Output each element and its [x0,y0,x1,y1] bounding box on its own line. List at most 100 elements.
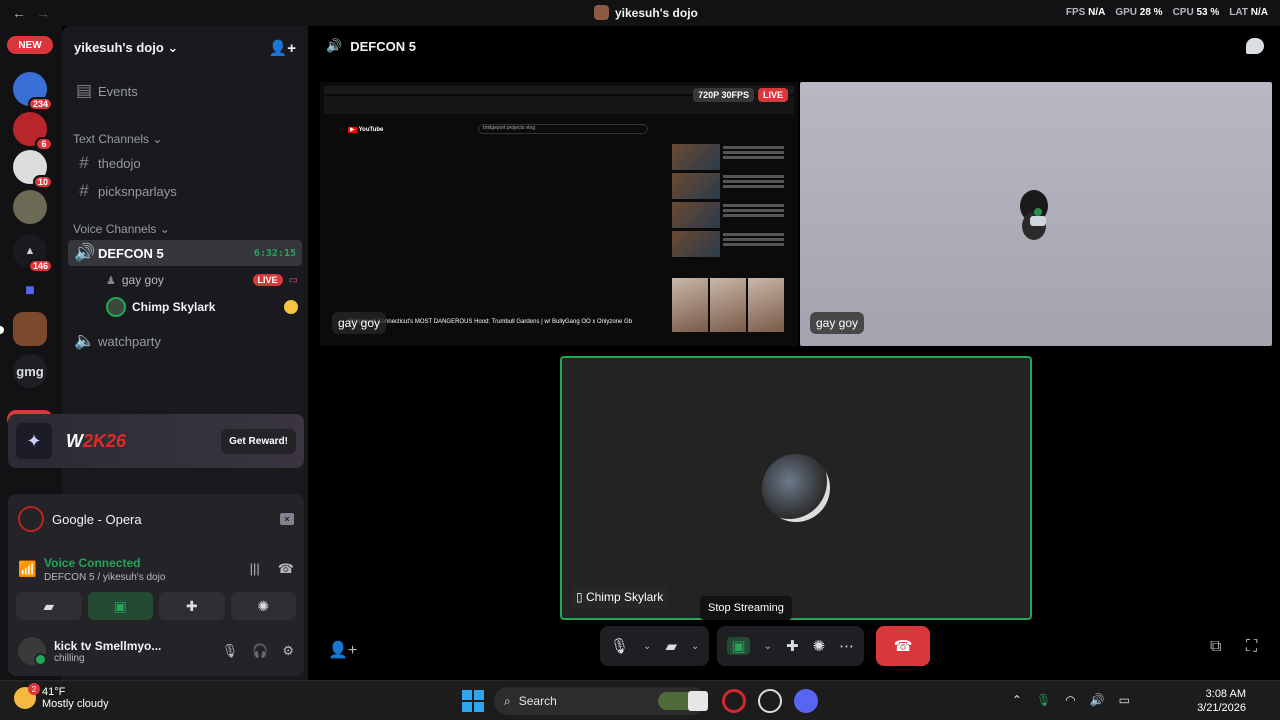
invite-icon[interactable]: 👤+ [328,640,357,660]
headphones-icon[interactable]: 🎧 [252,643,268,659]
mention-badge: 146 [27,259,53,273]
mention-badge: 234 [27,97,53,111]
avatar-figure [1020,190,1048,240]
server-icon-5[interactable]: ▲ 146 [13,234,53,273]
participant-name-tag: ▯ Chimp Skylark [570,586,670,608]
screenshare-button[interactable]: ▣ [87,592,153,620]
gear-icon[interactable]: ⚙ [282,643,294,659]
back-arrow-icon[interactable]: ← [12,5,26,21]
task-view-icon[interactable] [688,691,708,711]
activity-icon [284,300,298,314]
chevron-down-icon[interactable]: ⌄ [691,641,699,652]
calendar-icon: ▤ [75,81,93,100]
weather-widget[interactable]: 2 41°F Mostly cloudy [14,683,109,710]
live-badge: LIVE [252,274,283,286]
channel-picksnparlays[interactable]: # picksnparlays [68,178,302,204]
clock[interactable]: 3:08 AM 3/21/2026 [1197,687,1246,715]
folder-icon[interactable]: ■ [13,274,47,308]
voice-panel: Google - Opera × 📶 Voice Connected DEFCO… [8,494,304,676]
stream-source[interactable]: Google - Opera × [8,494,304,544]
weather-icon: 2 [14,683,40,709]
camera-off-icon[interactable]: ▰ [665,637,677,655]
microphone-icon[interactable]: 🎙 [1036,693,1051,707]
obs-icon[interactable] [758,689,782,713]
performance-overlay: FPS N/A GPU 28 % CPU 53 % LAT N/A [1066,7,1268,18]
stop-streaming-button[interactable]: ▣ [727,637,750,655]
fps-stat: FPS N/A [1065,7,1106,18]
yt-video-title: Bridgeport Connecticut's MOST DANGEROUS … [348,319,633,325]
server-icon-3[interactable]: 10 [13,150,53,189]
camera-tile[interactable]: gay goy [800,82,1272,346]
chevron-down-icon[interactable]: ⌄ [643,641,651,652]
search-icon: ⌕ [504,693,511,708]
noise-suppression-icon[interactable]: ||| [250,561,260,577]
microphone-icon[interactable]: 🎙 [610,637,629,655]
forward-arrow-icon[interactable]: → [36,5,50,21]
member-chimp-skylark[interactable]: Chimp Skylark [106,295,298,319]
avatar: ♟ [106,274,116,287]
activities-button[interactable]: ✚ [159,592,225,620]
wifi-icon[interactable]: ◠ [1065,693,1075,707]
channel-thedojo[interactable]: # thedojo [68,150,302,176]
chat-icon[interactable] [1246,38,1264,54]
get-reward-button[interactable]: Get Reward! [221,428,296,454]
soundboard-button[interactable]: ✺ [230,592,296,620]
server-header[interactable]: yikesuh's dojo ⌄ 👤+ [62,26,308,70]
voice-category[interactable]: Voice Channels ⌄ [73,222,170,236]
opera-icon[interactable] [722,689,746,713]
hash-icon: # [79,181,89,200]
text-category[interactable]: Text Channels ⌄ [73,132,162,146]
server-icon-2[interactable]: 6 [13,112,53,151]
participant-tile[interactable]: ▯ Chimp Skylark [560,356,1032,620]
mic-group: 🎙 ⌄ ▰ ⌄ [600,626,710,666]
more-icon[interactable]: ⋯ [839,637,854,655]
voice-channel-defcon5[interactable]: 🔊 DEFCON 5 6:32:15 [68,240,302,266]
call-header: 🔊 DEFCON 5 [326,38,416,54]
signal-icon: 📶 [18,561,37,578]
voice-status: 📶 Voice Connected DEFCON 5 / yikesuh's d… [18,555,294,583]
volume-icon[interactable]: 🔊 [1090,693,1105,707]
soundboard-icon[interactable]: ✺ [813,637,826,655]
disconnect-icon[interactable]: ☎ [278,561,294,577]
camera-off-button[interactable]: ▰ [16,592,82,620]
close-stream-icon[interactable]: × [280,513,294,525]
member-gay-goy[interactable]: ♟ gay goy LIVE ▭ [106,268,298,292]
server-icon-1[interactable]: 234 [13,72,53,111]
tooltip: Stop Streaming [700,596,792,620]
promo-logo-icon: ✦ [16,423,52,459]
chevron-down-icon: ⌄ [167,40,179,55]
server-gmg[interactable]: gmg [13,354,47,388]
stream-tile[interactable]: ▶ YouTube bridgeport projects vlog Bridge… [320,82,798,346]
discord-icon[interactable] [794,689,818,713]
add-member-icon[interactable]: 👤+ [269,39,296,57]
battery-icon[interactable]: ▭ [1119,693,1130,707]
avatar [762,454,830,522]
fullscreen-icon[interactable]: ⛶ [1246,638,1257,656]
avatar[interactable] [18,637,47,666]
avatar [106,297,126,317]
server-icon [594,5,609,20]
stream-name-tag: gay goy [332,312,387,334]
server-icon-4[interactable] [13,190,47,224]
speaker-icon: 🔊 [326,38,343,53]
windows-start-icon[interactable] [462,690,484,712]
latency-stat: LAT N/A [1229,7,1268,18]
youtube-logo: ▶ YouTube [348,127,384,133]
activities-icon[interactable]: ✚ [786,637,799,655]
server-name: yikesuh's dojo [74,40,164,55]
voice-channel-watchparty[interactable]: 🔈 watchparty [68,328,302,354]
title-bar: ← → yikesuh's dojo FPS N/A GPU 28 % CPU … [0,0,1280,26]
chevron-up-icon[interactable]: ⌃ [1012,693,1022,707]
microphone-icon[interactable]: 🎙 [222,643,239,659]
taskbar-search[interactable]: ⌕ Search [494,687,706,715]
chevron-down-icon[interactable]: ⌄ [764,641,772,652]
server-icon-dojo[interactable] [13,312,47,346]
popout-icon[interactable]: ⧉ [1210,638,1221,656]
speaker-icon: 🔊 [74,243,96,262]
new-badge[interactable]: NEW [7,36,53,54]
windows-taskbar: 2 41°F Mostly cloudy ⌕ Search ⌃ 🎙 ◠ 🔊 ▭ … [0,680,1280,720]
mention-badge: 10 [32,175,53,189]
stream-icon: ▭ [288,274,298,286]
events-item[interactable]: ▤ Events [68,78,302,104]
end-call-button[interactable]: ☎ [876,626,931,666]
